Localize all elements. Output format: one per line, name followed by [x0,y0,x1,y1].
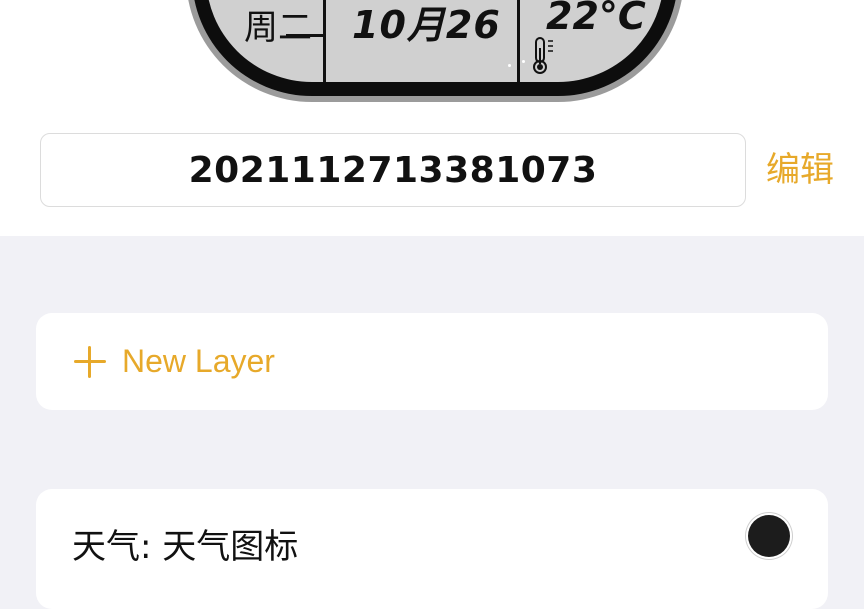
lcd-divider [517,0,520,82]
plus-icon [74,345,106,378]
lcd-temperature: 22°C [546,0,646,38]
lcd-dot [522,60,525,63]
device-preview: 周二 10月26 22°C [186,0,684,102]
lcd-weekday: 周二 [244,8,312,48]
device-frame: 周二 10月26 22°C [192,0,678,96]
new-layer-label: New Layer [122,343,275,379]
layer-list-item[interactable]: 天气: 天气图标 [36,489,828,609]
layer-name: 天气: 天气图标 [72,527,299,567]
device-header-section: 周二 10月26 22°C 2021112713381073 编辑 [0,0,864,236]
device-id-field[interactable]: 2021112713381073 [40,133,746,207]
lcd-date: 10月26 [352,3,501,47]
lcd-divider [323,0,326,82]
new-layer-button[interactable]: New Layer [36,313,828,410]
lcd-dot [508,64,511,67]
edit-button[interactable]: 编辑 [766,148,834,192]
layer-color-swatch[interactable] [748,515,790,557]
thermometer-icon [533,37,553,74]
lcd-screen: 周二 10月26 22°C [206,0,664,82]
